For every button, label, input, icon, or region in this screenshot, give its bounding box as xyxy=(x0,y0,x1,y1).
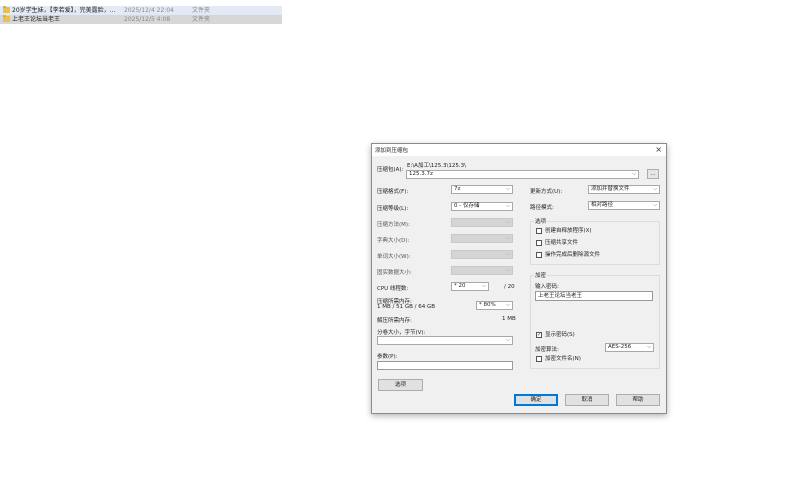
browse-button[interactable]: ... xyxy=(647,169,659,179)
archive-label: 压缩包(A): xyxy=(377,167,404,173)
chevron-down-icon[interactable]: ⌵ xyxy=(506,186,510,193)
split-size-label: 分卷大小，字节(V): xyxy=(377,330,426,336)
chevron-down-icon[interactable]: ⌵ xyxy=(632,171,636,178)
folder-icon xyxy=(3,6,10,13)
encryption-group-title: 加密 xyxy=(534,271,548,279)
encryption-method-combo[interactable]: AES-256 ⌵ xyxy=(605,343,654,352)
memory-usage-combo[interactable]: * 80% ⌵ xyxy=(476,301,513,310)
chevron-down-icon[interactable]: ⌵ xyxy=(506,203,510,210)
file-row[interactable]: 上老王论坛当老王 2025/12/5 4:08 文件夹 xyxy=(0,15,282,24)
encryption-method-label: 加密算法: xyxy=(535,347,559,353)
chevron-down-icon[interactable]: ⌵ xyxy=(653,186,657,193)
chevron-down-icon[interactable]: ⌵ xyxy=(482,283,486,290)
update-mode-value: 添加并替换文件 xyxy=(591,186,630,192)
file-name: 20岁学生妹，【李若爱】，完美露脸，... xyxy=(12,7,116,14)
password-input[interactable]: 上老王论坛当老王 xyxy=(535,291,653,301)
path-mode-value: 相对路径 xyxy=(591,202,614,208)
options-group-title: 选项 xyxy=(534,217,548,225)
dictionary-label: 字典大小(D): xyxy=(377,238,410,244)
dictionary-combo: ⌵ xyxy=(451,234,513,243)
file-list: 20岁学生妹，【李若爱】，完美露脸，... 2025/12/4 22:04 文件… xyxy=(0,6,282,24)
dialog-title: 添加到压缩包 xyxy=(375,148,409,154)
delete-after-checkbox[interactable] xyxy=(536,252,542,258)
title-bar[interactable]: 添加到压缩包 × xyxy=(372,144,666,156)
params-input[interactable] xyxy=(377,361,513,370)
cancel-button[interactable]: 取消 xyxy=(565,394,609,406)
password-label: 输入密码: xyxy=(535,284,559,290)
chevron-down-icon[interactable]: ⌵ xyxy=(647,344,651,351)
path-mode-combo[interactable]: 相对路径 ⌵ xyxy=(588,201,660,210)
params-label: 参数(P): xyxy=(377,354,398,360)
update-mode-combo[interactable]: 添加并替换文件 ⌵ xyxy=(588,185,660,194)
method-label: 压缩方法(M): xyxy=(377,222,410,228)
sfx-checkbox[interactable] xyxy=(536,228,542,234)
close-icon[interactable]: × xyxy=(655,145,662,154)
help-button[interactable]: 帮助 xyxy=(616,394,660,406)
cpu-threads-max: / 20 xyxy=(504,284,515,290)
chevron-down-icon: ⌵ xyxy=(506,267,510,273)
path-mode-label: 路径模式: xyxy=(530,205,554,211)
memory-detail: 1 MB / 51 GB / 64 GB xyxy=(377,304,436,310)
ok-button[interactable]: 确定 xyxy=(514,394,558,406)
encrypt-names-label: 加密文件名(N) xyxy=(545,356,581,362)
add-to-archive-dialog: 添加到压缩包 × 压缩包(A): E:\A加工\125.3\125.3\ 125… xyxy=(371,143,667,414)
chevron-down-icon: ⌵ xyxy=(506,235,510,241)
solid-size-combo: ⌵ xyxy=(451,266,513,275)
level-label: 压缩等级(L): xyxy=(377,206,409,212)
show-password-checkbox[interactable]: ✓ xyxy=(536,332,542,338)
sfx-label: 创建自释放程序(X) xyxy=(545,228,592,234)
chevron-down-icon[interactable]: ⌵ xyxy=(653,202,657,209)
file-name: 上老王论坛当老王 xyxy=(12,16,61,23)
solid-size-label: 固实数据大小: xyxy=(377,270,412,276)
shared-files-label: 压缩共享文件 xyxy=(545,240,579,246)
delete-after-label: 操作完成后删除源文件 xyxy=(545,252,601,258)
file-date: 2025/12/4 22:04 xyxy=(124,7,174,14)
format-combo[interactable]: 7z ⌵ xyxy=(451,185,513,194)
level-combo[interactable]: 0 - 仅存储 ⌵ xyxy=(451,202,513,211)
decompress-memory-label: 解压所需内存: xyxy=(377,318,412,324)
level-value: 0 - 仅存储 xyxy=(454,203,480,209)
file-type: 文件夹 xyxy=(192,16,211,23)
encrypt-names-checkbox[interactable] xyxy=(536,356,542,362)
chevron-down-icon[interactable]: ⌵ xyxy=(506,337,510,344)
options-button[interactable]: 选项 xyxy=(378,379,423,391)
folder-icon xyxy=(3,15,10,22)
chevron-down-icon[interactable]: ⌵ xyxy=(506,302,510,309)
chevron-down-icon: ⌵ xyxy=(506,251,510,257)
format-label: 压缩格式(F): xyxy=(377,189,409,195)
cpu-threads-combo[interactable]: * 20 ⌵ xyxy=(451,282,489,291)
archive-name: 125.3.7z xyxy=(409,171,433,177)
word-size-label: 单词大小(W): xyxy=(377,254,411,260)
memory-usage-value: * 80% xyxy=(479,302,496,308)
word-size-combo: ⌵ xyxy=(451,250,513,259)
file-row[interactable]: 20岁学生妹，【李若爱】，完美露脸，... 2025/12/4 22:04 文件… xyxy=(0,6,282,15)
file-date: 2025/12/5 4:08 xyxy=(124,16,171,23)
encryption-method-value: AES-256 xyxy=(608,344,632,350)
format-value: 7z xyxy=(454,186,461,192)
file-type: 文件夹 xyxy=(192,7,211,14)
cpu-threads-label: CPU 线程数: xyxy=(377,286,409,292)
chevron-down-icon: ⌵ xyxy=(506,219,510,225)
show-password-label: 显示密码(S) xyxy=(545,332,575,338)
split-size-combo[interactable]: ⌵ xyxy=(377,336,513,345)
archive-path: E:\A加工\125.3\125.3\ xyxy=(407,163,466,169)
update-mode-label: 更新方式(U): xyxy=(530,189,563,195)
cpu-threads-value: * 20 xyxy=(454,283,466,289)
method-combo: ⌵ xyxy=(451,218,513,227)
archive-name-combo[interactable]: 125.3.7z ⌵ xyxy=(406,170,639,179)
shared-files-checkbox[interactable] xyxy=(536,240,542,246)
decompress-memory-value: 1 MB xyxy=(502,316,516,322)
